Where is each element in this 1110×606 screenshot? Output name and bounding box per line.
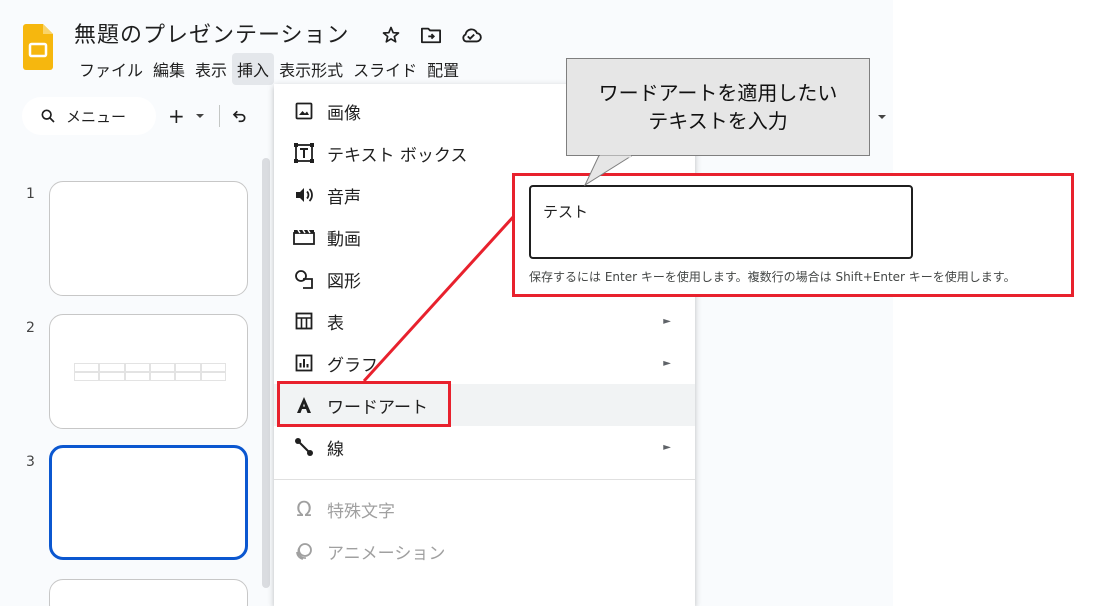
menu-item-label: 線 (327, 439, 344, 460)
table-icon (293, 310, 315, 332)
toolbar-divider (218, 105, 220, 127)
search-label: メニュー (66, 107, 127, 126)
search-icon (41, 109, 55, 123)
annotation-callout: ワードアートを適用したい テキストを入力 (566, 58, 870, 156)
slides-logo-icon[interactable] (23, 24, 53, 70)
menu-bar: ファイル 編集 表示 挿入 表示形式 スライド 配置 (74, 53, 464, 85)
menu-item-label: 音声 (327, 187, 361, 208)
animation-icon (293, 540, 315, 562)
filmstrip-scrollbar[interactable] (262, 158, 270, 588)
menu-file[interactable]: ファイル (74, 53, 148, 85)
cloud-saved-icon[interactable] (458, 22, 484, 48)
callout-line-2: テキストを入力 (648, 109, 788, 133)
slide-thumbnail-4[interactable] (49, 579, 248, 606)
word-art-text-input[interactable]: テスト (529, 185, 913, 259)
submenu-arrow-icon: ► (663, 315, 671, 327)
add-icon: + (168, 104, 185, 128)
callout-line-1: ワードアートを適用したい (598, 81, 838, 105)
menu-item-line[interactable]: 線 ► (274, 426, 695, 468)
submenu-arrow-icon: ► (663, 441, 671, 453)
canvas-area (893, 0, 1110, 606)
menu-item-chart[interactable]: グラフ ► (274, 342, 695, 384)
menu-search-button[interactable]: メニュー (22, 97, 156, 135)
menu-edit[interactable]: 編集 (148, 53, 190, 85)
menu-item-label: 表 (327, 313, 344, 334)
toolbar-chevron-down-icon[interactable] (876, 112, 888, 122)
menu-item-label: 画像 (327, 103, 361, 124)
menu-item-animation[interactable]: アニメーション (274, 530, 695, 572)
new-slide-button[interactable]: + (168, 104, 207, 128)
star-icon[interactable] (378, 22, 404, 48)
menu-item-label: 動画 (327, 229, 361, 250)
word-art-input-panel: テスト 保存するには Enter キーを使用します。複数行の場合は Shift+… (512, 173, 1074, 297)
menu-item-label: アニメーション (327, 543, 446, 564)
document-title[interactable]: 無題のプレゼンテーション (74, 17, 350, 49)
menu-format[interactable]: 表示形式 (274, 53, 348, 85)
menu-item-label: 特殊文字 (327, 501, 395, 522)
image-icon (293, 100, 315, 122)
menu-arrange[interactable]: 配置 (422, 53, 464, 85)
slide-thumbnail-3[interactable] (49, 445, 248, 560)
omega-icon: Ω (296, 497, 312, 521)
submenu-arrow-icon: ► (663, 357, 671, 369)
menu-item-table[interactable]: 表 ► (274, 300, 695, 342)
undo-icon (232, 110, 246, 123)
text-box-icon (293, 142, 315, 164)
slide-thumbnail-1[interactable] (49, 181, 248, 296)
undo-button[interactable] (232, 108, 248, 124)
menu-item-label: 図形 (327, 271, 361, 292)
audio-icon (293, 184, 315, 206)
line-icon (293, 436, 315, 458)
slide-number: 3 (26, 454, 35, 470)
chart-icon (293, 352, 315, 374)
shape-icon (293, 268, 315, 290)
menu-view[interactable]: 表示 (190, 53, 232, 85)
toolbar: メニュー + (22, 96, 274, 136)
chevron-down-icon[interactable] (193, 111, 207, 121)
slide-thumbnail-2[interactable] (49, 314, 248, 429)
move-to-folder-icon[interactable] (418, 22, 444, 48)
slide-number: 2 (26, 320, 35, 336)
word-art-highlight-box (277, 381, 451, 427)
menu-slide[interactable]: スライド (348, 53, 422, 85)
menu-insert[interactable]: 挿入 (232, 53, 275, 85)
menu-item-label: テキスト ボックス (327, 145, 468, 166)
video-icon (293, 226, 315, 248)
menu-item-special-characters[interactable]: Ω 特殊文字 (274, 488, 695, 530)
menu-divider (274, 479, 695, 480)
menu-item-label: グラフ (327, 355, 378, 376)
insert-menu: 画像 テキスト ボックス 音声 動画 図形 表 ► グラフ ► ワードアート 線… (274, 84, 695, 606)
word-art-hint-text: 保存するには Enter キーを使用します。複数行の場合は Shift+Ente… (529, 270, 1016, 284)
slide-number: 1 (26, 186, 35, 202)
table-preview (74, 363, 226, 381)
